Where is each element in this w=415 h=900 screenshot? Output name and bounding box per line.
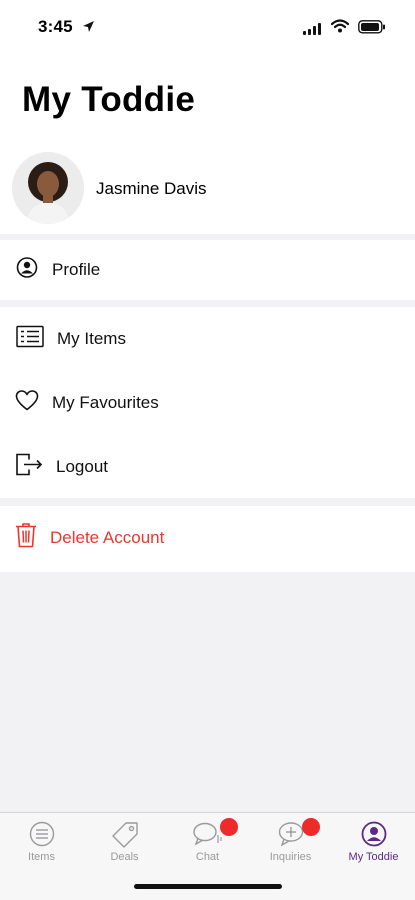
my-items-label: My Items xyxy=(57,329,126,348)
logout-menu-item[interactable]: Logout xyxy=(0,435,415,499)
logout-icon xyxy=(15,453,43,482)
chat-notification-badge xyxy=(220,818,238,836)
profile-header: My Toddie Jasmine Davis xyxy=(0,56,415,234)
cellular-signal-icon xyxy=(303,22,323,40)
inquiries-notification-badge xyxy=(302,818,320,836)
tab-my-toddie-label: My Toddie xyxy=(348,851,399,863)
tab-inquiries[interactable]: Inquiries xyxy=(249,813,332,873)
battery-icon xyxy=(358,20,386,39)
tab-items[interactable]: Items xyxy=(0,813,83,873)
trash-icon xyxy=(15,523,37,554)
danger-section: Delete Account xyxy=(0,506,415,572)
delete-account-label: Delete Account xyxy=(50,528,165,547)
home-indicator xyxy=(134,884,282,889)
list-icon xyxy=(16,325,44,353)
tab-deals-label: Deals xyxy=(110,851,139,863)
location-arrow-icon xyxy=(82,20,95,38)
profile-label: Profile xyxy=(52,260,101,279)
person-circle-icon xyxy=(16,257,38,284)
profile-menu-item[interactable]: Profile xyxy=(0,238,415,302)
profile-section: Profile xyxy=(0,240,415,300)
my-favourites-menu-item[interactable]: My Favourites xyxy=(0,371,415,435)
tab-my-toddie[interactable]: My Toddie xyxy=(332,813,415,873)
menu-section: My Items My Favourites Logout xyxy=(0,307,415,498)
wifi-icon xyxy=(330,19,350,38)
tab-chat[interactable]: Chat xyxy=(166,813,249,873)
logout-label: Logout xyxy=(56,457,108,476)
plus-bubble-icon xyxy=(277,821,305,852)
chat-bubble-icon xyxy=(192,821,224,852)
page-title: My Toddie xyxy=(22,80,196,119)
tab-items-label: Items xyxy=(28,851,55,863)
tag-icon xyxy=(111,821,139,854)
delete-account-menu-item[interactable]: Delete Account xyxy=(0,506,415,570)
list-circle-icon xyxy=(29,821,55,852)
heart-icon xyxy=(15,390,39,417)
avatar[interactable] xyxy=(12,152,84,224)
my-items-menu-item[interactable]: My Items xyxy=(0,307,415,371)
my-favourites-label: My Favourites xyxy=(52,393,159,412)
user-name: Jasmine Davis xyxy=(96,179,207,198)
tab-inquiries-label: Inquiries xyxy=(269,851,312,863)
status-bar: 3:45 xyxy=(0,0,415,56)
status-time: 3:45 xyxy=(38,17,73,36)
tab-deals[interactable]: Deals xyxy=(83,813,166,873)
tab-chat-label: Chat xyxy=(195,851,220,863)
person-circle-icon xyxy=(361,821,387,852)
